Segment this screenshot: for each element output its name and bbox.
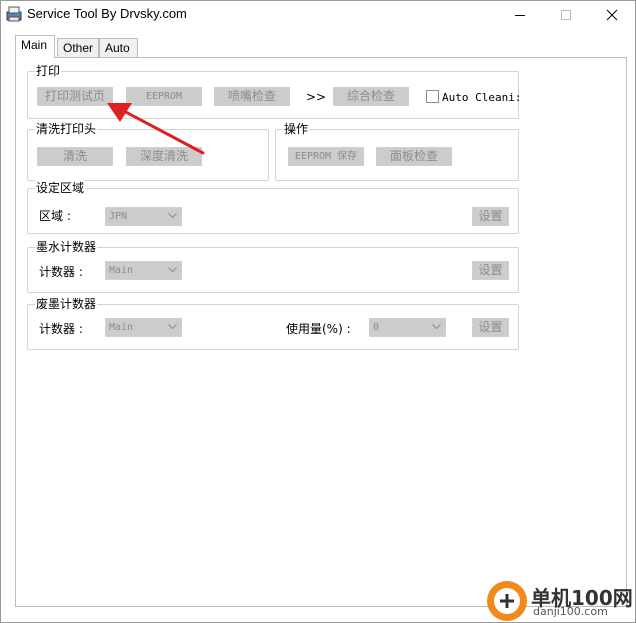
printer-app-icon [6,6,22,22]
watermark-logo [487,581,527,621]
region-set-button[interactable]: 设置 [472,207,509,226]
waste-counter-select[interactable]: Main [105,318,182,337]
plus-icon [494,588,520,614]
usage-percent-select[interactable]: 0 [369,318,446,337]
auto-clean-checkbox[interactable] [426,90,439,103]
watermark-url: danji100.com [533,605,608,618]
waste-ink-counter-group-legend: 废墨计数器 [35,296,98,312]
clean-head-group-legend: 清洗打印头 [35,121,98,137]
chevron-down-icon [432,324,441,330]
region-group: 设定区域 区域 : JPN 设置 [27,180,519,234]
nozzle-check-button[interactable]: 喷嘴检查 [214,87,290,106]
region-group-legend: 设定区域 [35,180,86,196]
region-select-value: JPN [109,211,128,222]
minimize-button[interactable] [497,1,543,29]
combined-check-button[interactable]: 综合检查 [333,87,409,106]
clean-button[interactable]: 清洗 [37,147,113,166]
tab-auto[interactable]: Auto [99,38,138,58]
close-button[interactable] [589,1,635,29]
print-group-legend: 打印 [35,63,62,79]
clean-head-group: 清洗打印头 清洗 深度清洗 [27,121,269,181]
panel-check-button[interactable]: 面板检查 [376,147,452,166]
usage-percent-label: 使用量(%) : [286,322,351,336]
ink-counter-label: 计数器 : [39,265,83,279]
title-bar[interactable]: Service Tool By Drvsky.com [1,1,635,29]
waste-ink-counter-group: 废墨计数器 计数器 : Main 使用量(%) : 0 设置 [27,296,519,350]
minimize-icon [515,15,525,16]
deep-clean-button[interactable]: 深度清洗 [126,147,202,166]
maximize-button[interactable] [543,1,589,29]
tab-other[interactable]: Other [57,38,99,58]
chevron-down-icon [168,324,177,330]
auto-clean-label: Auto Cleani: [442,91,522,104]
ink-counter-group-legend: 墨水计数器 [35,239,98,255]
ink-counter-group: 墨水计数器 计数器 : Main 设置 [27,239,519,293]
waste-counter-label: 计数器 : [39,322,83,336]
chevron-down-icon [168,213,177,219]
maximize-icon [561,10,571,20]
operate-group-legend: 操作 [283,121,310,137]
region-label: 区域 : [39,209,71,223]
tab-main[interactable]: Main [15,35,55,58]
usage-percent-select-value: 0 [373,322,380,333]
waste-counter-select-value: Main [109,322,134,333]
ink-counter-select-value: Main [109,265,134,276]
eeprom-save-button[interactable]: EEPROM 保存 [288,147,364,166]
print-test-page-button[interactable]: 打印测试页 [37,87,113,106]
close-icon [606,9,618,21]
window-title: Service Tool By Drvsky.com [27,6,187,21]
ink-counter-select[interactable]: Main [105,261,182,280]
app-window: Service Tool By Drvsky.com Main Other Au… [0,0,636,623]
ink-counter-set-button[interactable]: 设置 [472,261,509,280]
eeprom-button[interactable]: EEPROM [126,87,202,106]
print-group: 打印 打印测试页 EEPROM 喷嘴检查 >> 综合检查 Auto Cleani… [27,63,522,119]
chevron-down-icon [168,267,177,273]
waste-counter-set-button[interactable]: 设置 [472,318,509,337]
region-select[interactable]: JPN [105,207,182,226]
arrows-label: >> [306,90,327,104]
operate-group: 操作 EEPROM 保存 面板检查 [275,121,519,181]
